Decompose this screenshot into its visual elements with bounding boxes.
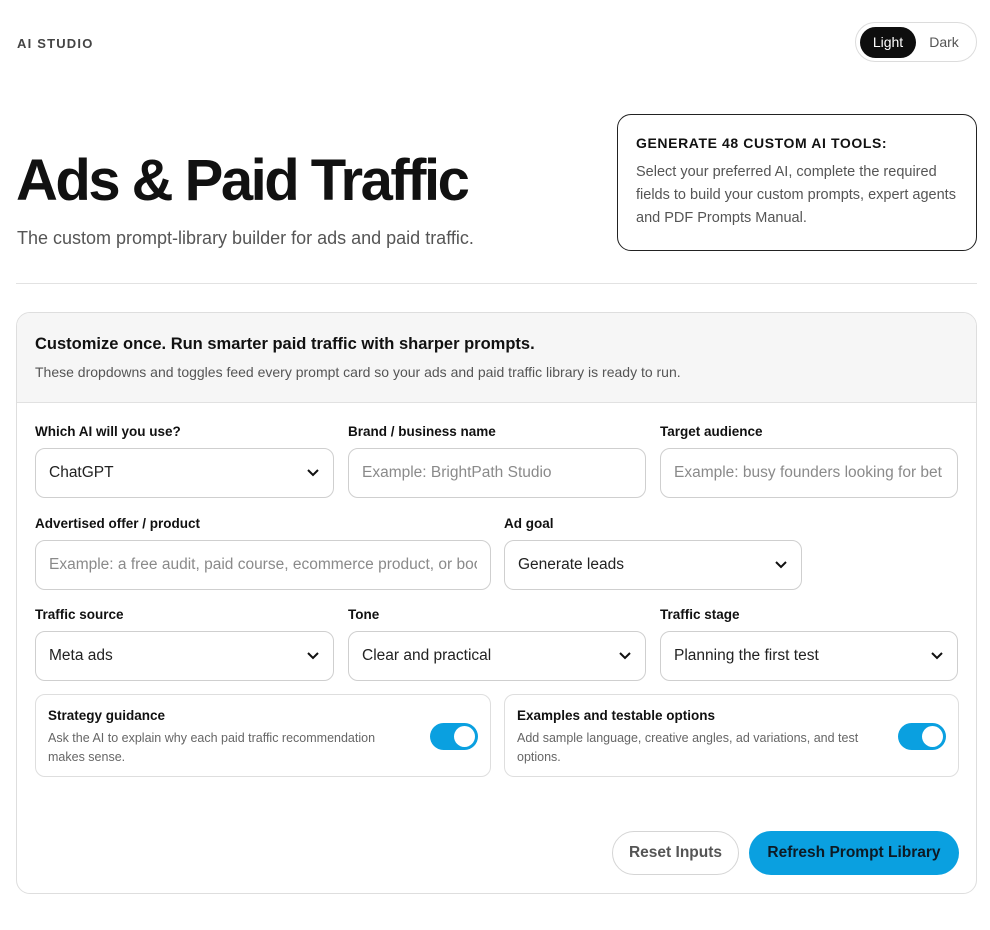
strategy-toggle-box: Strategy guidance Ask the AI to explain … [35,694,491,777]
page-title: Ads & Paid Traffic [16,148,470,213]
refresh-library-button[interactable]: Refresh Prompt Library [749,831,959,875]
promo-text: Select your preferred AI, complete the r… [636,164,956,226]
page-subtitle: The custom prompt-library builder for ad… [17,228,474,248]
source-field: Traffic source Meta ads [35,607,334,681]
brand-field: Brand / business name Example: BrightPat… [348,424,646,498]
ai-label: Which AI will you use? [35,424,181,439]
audience-field: Target audience Example: busy founders l… [660,424,958,498]
reset-inputs-button[interactable]: Reset Inputs [612,831,739,875]
ai-select-value: ChatGPT [49,464,114,481]
app-brand: AI STUDIO [17,36,94,51]
brand-input-placeholder: Example: BrightPath Studio [362,464,552,481]
toggle-knob [454,726,475,747]
ai-field: Which AI will you use? ChatGPT [35,424,334,498]
chevron-down-icon [306,649,320,663]
strategy-toggle-description: Ask the AI to explain why each paid traf… [48,731,376,764]
strategy-toggle-title: Strategy guidance [48,708,166,723]
header-divider [16,283,977,284]
examples-toggle-title: Examples and testable options [517,708,716,723]
brand-input[interactable]: Example: BrightPath Studio [348,448,646,498]
audience-input-placeholder: Example: busy founders looking for bet [674,464,942,481]
brand-label: Brand / business name [348,424,496,439]
settings-card: Customize once. Run smarter paid traffic… [16,312,977,894]
source-select-value: Meta ads [49,647,113,664]
strategy-toggle-switch[interactable] [430,723,478,750]
offer-input-placeholder: Example: a free audit, paid course, ecom… [49,556,477,573]
theme-dark-button[interactable]: Dark [916,27,972,58]
tone-select-value: Clear and practical [362,647,492,664]
goal-select-value: Generate leads [518,556,624,573]
chevron-down-icon [306,466,320,480]
card-description: These dropdowns and toggles feed every p… [35,364,681,380]
ai-select[interactable]: ChatGPT [35,448,334,498]
source-select[interactable]: Meta ads [35,631,334,681]
stage-select[interactable]: Planning the first test [660,631,958,681]
toggle-knob [922,726,943,747]
card-heading: Customize once. Run smarter paid traffic… [35,335,535,353]
tone-select[interactable]: Clear and practical [348,631,646,681]
offer-input[interactable]: Example: a free audit, paid course, ecom… [35,540,491,590]
source-label: Traffic source [35,607,124,622]
stage-label: Traffic stage [660,607,740,622]
offer-field: Advertised offer / product Example: a fr… [35,516,491,590]
card-header: Customize once. Run smarter paid traffic… [17,313,976,403]
examples-toggle-switch[interactable] [898,723,946,750]
chevron-down-icon [774,558,788,572]
tone-field: Tone Clear and practical [348,607,646,681]
theme-light-button[interactable]: Light [860,26,916,58]
goal-label: Ad goal [504,516,554,531]
promo-title: GENERATE 48 CUSTOM AI TOOLS: [636,135,888,151]
audience-label: Target audience [660,424,763,439]
offer-label: Advertised offer / product [35,516,201,531]
tone-label: Tone [348,607,380,622]
promo-box: GENERATE 48 CUSTOM AI TOOLS: Select your… [617,114,977,251]
examples-toggle-description: Add sample language, creative angles, ad… [517,731,859,764]
chevron-down-icon [618,649,632,663]
stage-select-value: Planning the first test [674,647,819,664]
theme-toggle: Light Dark [855,22,977,62]
audience-input[interactable]: Example: busy founders looking for bet [660,448,958,498]
goal-select[interactable]: Generate leads [504,540,802,590]
goal-field: Ad goal Generate leads [504,516,802,590]
stage-field: Traffic stage Planning the first test [660,607,958,681]
chevron-down-icon [930,649,944,663]
examples-toggle-box: Examples and testable options Add sample… [504,694,959,777]
